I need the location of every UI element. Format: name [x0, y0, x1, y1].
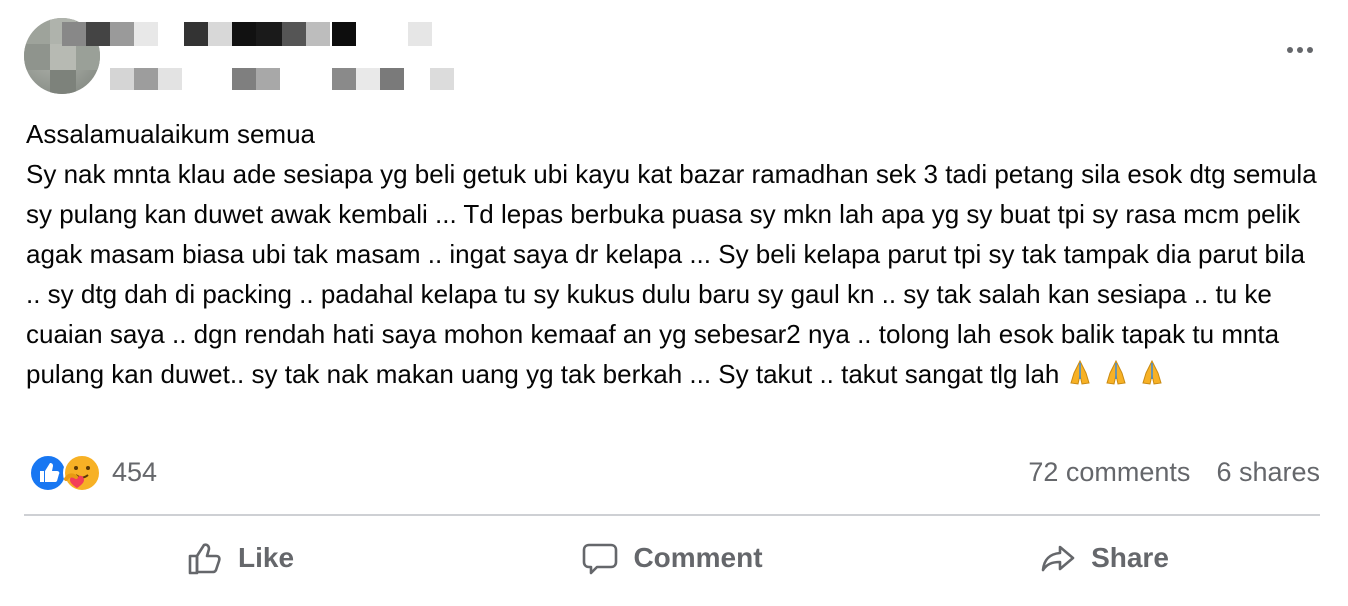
post-actions: Like Comment Share — [24, 520, 1320, 596]
praying-hands-icon — [1142, 359, 1163, 385]
share-icon — [1041, 545, 1075, 572]
praying-hands-emoji — [1065, 357, 1167, 387]
comments-count[interactable]: 72 comments — [1028, 457, 1190, 488]
engagement-stats: 72 comments 6 shares — [1028, 457, 1320, 488]
more-options-button[interactable] — [1278, 32, 1322, 68]
reactions-bar: 454 72 comments 6 shares — [26, 451, 1320, 495]
praying-hands-icon — [1106, 359, 1127, 385]
share-label: Share — [1091, 542, 1169, 573]
comment-button[interactable]: Comment — [456, 520, 888, 596]
post-header — [24, 14, 1324, 98]
care-reaction-icon — [63, 454, 101, 492]
reaction-count[interactable]: 454 — [112, 457, 157, 488]
comment-icon — [583, 543, 618, 575]
like-button[interactable]: Like — [24, 520, 456, 596]
shares-count[interactable]: 6 shares — [1216, 457, 1320, 488]
share-button[interactable]: Share — [888, 520, 1320, 596]
comment-label: Comment — [633, 542, 763, 573]
post-body-text: Assalamualaikum semua Sy nak mnta klau a… — [26, 119, 1317, 389]
more-horizontal-icon — [1287, 47, 1293, 53]
post-text: Assalamualaikum semua Sy nak mnta klau a… — [26, 114, 1326, 394]
thumbs-up-icon — [188, 543, 221, 575]
like-reaction-icon — [29, 454, 67, 492]
like-label: Like — [237, 542, 295, 573]
praying-hands-icon — [1070, 359, 1091, 385]
divider — [24, 514, 1320, 516]
reaction-icons[interactable] — [28, 453, 104, 493]
